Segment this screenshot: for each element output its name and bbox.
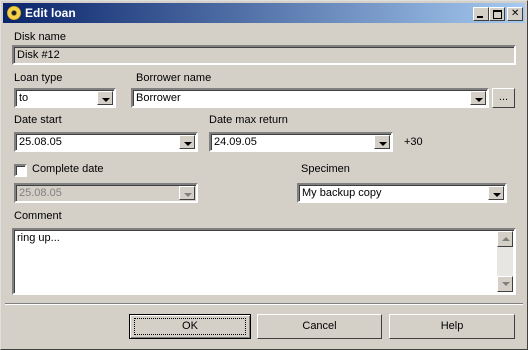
specimen-label: Specimen — [301, 163, 350, 175]
chevron-down-icon — [379, 142, 387, 146]
scroll-down-button[interactable] — [497, 276, 513, 292]
close-icon: ✕ — [511, 8, 520, 19]
specimen-select[interactable]: My backup copy — [297, 183, 507, 203]
loan-type-value: to — [19, 92, 29, 104]
scroll-up-button[interactable] — [497, 231, 513, 247]
date-max-return-label: Date max return — [209, 114, 288, 126]
date-max-return-picker[interactable]: 24.09.05 — [209, 132, 393, 152]
window-title: Edit loan — [25, 6, 76, 20]
specimen-dropdown-button[interactable] — [488, 186, 504, 200]
date-max-return-value: 24.09.05 — [214, 136, 257, 148]
complete-date-label[interactable]: Complete date — [32, 163, 104, 175]
ok-button[interactable]: OK — [129, 314, 251, 339]
chevron-down-icon — [475, 98, 483, 102]
comment-label: Comment — [14, 210, 62, 222]
loan-type-label: Loan type — [14, 72, 63, 84]
borrower-name-value: Borrower — [136, 92, 181, 104]
browse-button-label: ... — [498, 91, 509, 103]
cancel-button-label: Cancel — [302, 320, 337, 332]
chevron-down-icon — [102, 98, 110, 102]
date-max-return-dropdown-button[interactable] — [374, 135, 390, 149]
arrow-down-icon — [502, 282, 510, 286]
arrow-up-icon — [502, 237, 510, 241]
cancel-button[interactable]: Cancel — [257, 314, 382, 339]
disk-name-label: Disk name — [14, 31, 66, 43]
borrower-dropdown-button[interactable] — [470, 91, 486, 105]
comment-text: ring up... — [17, 232, 60, 244]
chevron-down-icon — [493, 193, 501, 197]
date-start-value: 25.08.05 — [19, 136, 62, 148]
return-offset-days: +30 — [404, 136, 423, 148]
help-button-label: Help — [440, 320, 464, 332]
date-start-dropdown-button[interactable] — [179, 135, 195, 149]
complete-date-dropdown-button — [179, 186, 195, 200]
date-start-label: Date start — [14, 114, 62, 126]
date-start-picker[interactable]: 25.08.05 — [14, 132, 198, 152]
loan-type-dropdown-button[interactable] — [97, 91, 113, 105]
complete-date-picker: 25.08.05 — [14, 183, 198, 203]
specimen-value: My backup copy — [302, 187, 382, 199]
help-button[interactable]: Help — [389, 314, 515, 339]
minimize-button[interactable] — [473, 7, 489, 21]
maximize-button[interactable] — [489, 7, 505, 21]
borrower-name-label: Borrower name — [136, 72, 212, 84]
maximize-icon — [493, 10, 502, 19]
browse-borrower-button[interactable]: ... — [492, 88, 515, 108]
app-disc-icon — [7, 6, 21, 20]
edit-loan-dialog: Edit loan ✕ Disk name Disk #12 Loan type… — [0, 0, 528, 350]
focus-rect — [134, 318, 246, 335]
complete-date-value: 25.08.05 — [19, 187, 62, 199]
minimize-icon — [477, 16, 483, 18]
comment-textarea[interactable]: ring up... — [12, 228, 516, 295]
chevron-down-icon — [184, 193, 192, 197]
divider — [5, 303, 523, 305]
comment-scrollbar[interactable] — [497, 231, 513, 292]
title-bar[interactable]: Edit loan ✕ — [3, 3, 525, 23]
loan-type-select[interactable]: to — [14, 88, 116, 108]
complete-date-checkbox[interactable] — [14, 164, 27, 177]
disk-name-field: Disk #12 — [12, 45, 516, 65]
borrower-name-select[interactable]: Borrower — [131, 88, 489, 108]
chevron-down-icon — [184, 142, 192, 146]
disk-name-value: Disk #12 — [17, 49, 60, 61]
close-button[interactable]: ✕ — [507, 7, 523, 21]
